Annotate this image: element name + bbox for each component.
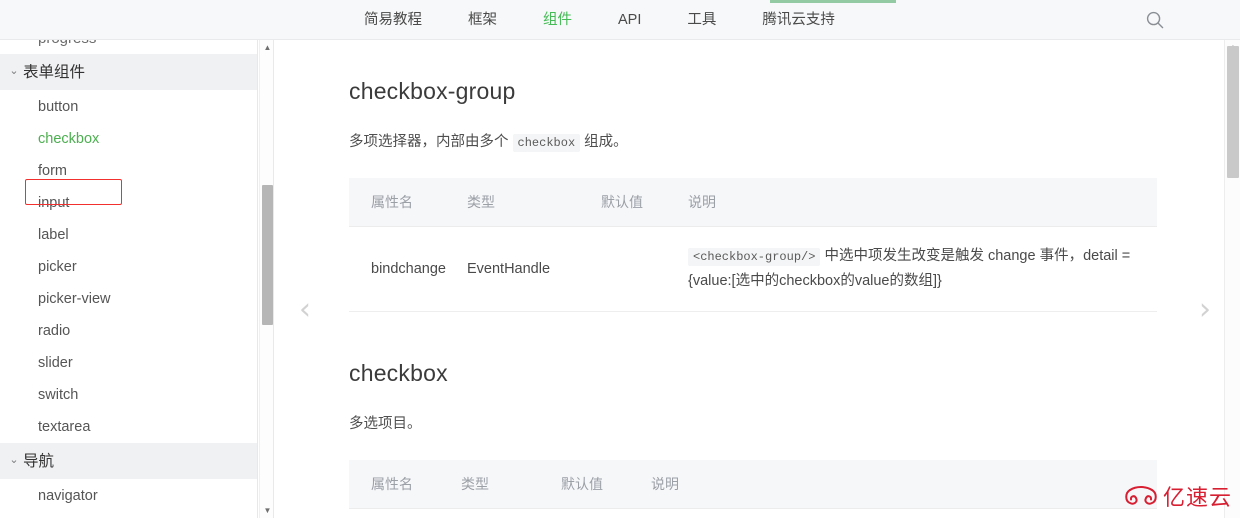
- nav-item-5[interactable]: 腾讯云支持: [739, 1, 858, 39]
- sidebar-item-label: slider: [38, 355, 73, 371]
- sidebar-item-navigator[interactable]: navigator: [0, 480, 257, 512]
- cell-default: [601, 226, 646, 313]
- page-load-progress-track: [0, 0, 1240, 4]
- page-load-progress-fill: [770, 0, 896, 3]
- nav-item-4[interactable]: 工具: [664, 1, 739, 39]
- sidebar-item-label: form: [38, 163, 67, 179]
- page-root: 简易教程 框架 组件 API 工具 腾讯云支持 progress ⌄ 表单组件 button c…: [0, 0, 1240, 518]
- sidebar: progress ⌄ 表单组件 button checkbox form input lab…: [0, 40, 258, 518]
- cell-type: String: [461, 508, 561, 518]
- table-row: bindchange EventHandle <checkbox-group/> 中…: [349, 226, 1157, 313]
- main-scrollbar-thumb[interactable]: [1227, 46, 1239, 178]
- api-table-1: 属性名类型默认值说明valueString<checkbox/> 标识，选中时触…: [349, 460, 1157, 518]
- table-header-row: 属性名 类型 默认值 说明: [349, 178, 1157, 228]
- nav-item-3[interactable]: API: [595, 1, 664, 39]
- sidebar-group-label: 表单组件: [23, 63, 86, 81]
- cell-attr-name: value: [349, 508, 461, 518]
- section-description-0: 多项选择器，内部由多个 checkbox 组成。: [349, 134, 628, 152]
- sidebar-item-label: checkbox: [38, 131, 100, 147]
- chevron-down-icon: ⌄: [9, 453, 19, 466]
- table-header-row: 属性名 类型 默认值 说明: [349, 460, 1157, 510]
- sidebar-item-label: input: [38, 195, 70, 211]
- sidebar-group-label: 导航: [23, 452, 55, 470]
- nav-item-label: 腾讯云支持: [762, 11, 835, 28]
- sidebar-group-0[interactable]: ⌄ 表单组件: [0, 54, 257, 91]
- nav-item-label: 组件: [543, 11, 572, 28]
- table-col-header-3: 说明: [609, 460, 1157, 510]
- cell-type: EventHandle: [467, 226, 601, 313]
- sidebar-item-label: switch: [38, 387, 79, 403]
- sidebar-item-label: label: [38, 227, 69, 243]
- sidebar-item-label: navigator: [38, 488, 98, 504]
- cell-default: [561, 508, 609, 518]
- main-nav: 简易教程 框架 组件 API 工具 腾讯云支持: [341, 1, 858, 39]
- sidebar-scroll-down-icon[interactable]: ▼: [260, 503, 275, 518]
- sidebar-scrollbar-thumb[interactable]: [262, 185, 273, 325]
- documentation-body: checkbox-group 多项选择器，内部由多个 checkbox 组成。属性…: [275, 40, 1223, 518]
- table-row: valueString <checkbox/> 标识，选中时触发 <checkbo…: [349, 508, 1157, 518]
- sidebar-item-switch[interactable]: switch: [0, 379, 257, 411]
- nav-item-label: 框架: [468, 11, 497, 28]
- sidebar-scrollbar[interactable]: ▲ ▼: [259, 40, 274, 518]
- sidebar-item-radio[interactable]: radio: [0, 315, 257, 347]
- sidebar-item-input[interactable]: input: [0, 187, 257, 219]
- search-icon[interactable]: [1146, 11, 1164, 29]
- sidebar-item-form[interactable]: form: [0, 155, 257, 187]
- next-page-chevron-icon[interactable]: ›: [1192, 290, 1218, 330]
- section-heading-0: checkbox-group: [349, 78, 516, 104]
- main-scrollbar[interactable]: ▲: [1224, 40, 1240, 518]
- sidebar-partial-item[interactable]: progress: [0, 40, 257, 54]
- top-header: 简易教程 框架 组件 API 工具 腾讯云支持: [0, 0, 1240, 40]
- table-col-header-3: 说明: [646, 178, 1157, 228]
- sidebar-item-picker[interactable]: picker: [0, 251, 257, 283]
- sidebar-partial-item-label: progress: [38, 40, 96, 47]
- sidebar-list: ⌄ 表单组件 button checkbox form input label picker p…: [0, 54, 257, 512]
- sidebar-item-label: picker: [38, 259, 77, 275]
- nav-item-label: 工具: [687, 11, 717, 28]
- inline-code: <checkbox-group/>: [688, 248, 821, 267]
- sidebar-scroll-up-icon[interactable]: ▲: [260, 40, 275, 55]
- sidebar-item-checkbox[interactable]: checkbox: [0, 123, 257, 155]
- sidebar-item-label: textarea: [38, 419, 91, 435]
- prev-page-chevron-icon[interactable]: ‹: [292, 290, 318, 330]
- table-col-header-2: 默认值: [601, 178, 646, 228]
- chevron-down-icon: ⌄: [9, 64, 19, 77]
- cell-description: <checkbox-group/> 中选中项发生改变是触发 change 事件，…: [646, 226, 1157, 313]
- sidebar-item-button[interactable]: button: [0, 91, 257, 123]
- table-col-header-2: 默认值: [561, 460, 609, 510]
- nav-item-0[interactable]: 简易教程: [341, 1, 445, 39]
- sidebar-item-picker-view[interactable]: picker-view: [0, 283, 257, 315]
- sidebar-group-1[interactable]: ⌄ 导航: [0, 443, 257, 480]
- cell-attr-name: bindchange: [349, 226, 467, 313]
- section-heading-1: checkbox: [349, 360, 448, 387]
- nav-item-1[interactable]: 框架: [445, 1, 520, 39]
- table-col-header-1: 类型: [461, 460, 561, 510]
- api-table-0: 属性名 类型 默认值 说明 bindchange EventHandle <checkbox…: [349, 178, 1157, 313]
- table-col-header-0: 属性名: [349, 178, 467, 228]
- sidebar-item-textarea[interactable]: textarea: [0, 411, 257, 443]
- nav-item-label: API: [618, 11, 642, 28]
- table-col-header-1: 类型: [467, 178, 601, 228]
- section-description-1: 多选项目。: [349, 416, 422, 433]
- sidebar-item-label: button: [38, 99, 79, 115]
- nav-item-2[interactable]: 组件: [520, 1, 595, 39]
- sidebar-item-label: picker-view: [38, 291, 111, 307]
- sidebar-item-slider[interactable]: slider: [0, 347, 257, 379]
- table-col-header-0: 属性名: [349, 460, 461, 510]
- inline-code: checkbox: [512, 134, 581, 152]
- main-content: checkbox-group 多项选择器，内部由多个 checkbox 组成。属性…: [275, 40, 1223, 518]
- nav-item-label: 简易教程: [364, 11, 422, 28]
- sidebar-item-label: radio: [38, 323, 71, 339]
- cell-description: <checkbox/> 标识，选中时触发 <checkbox-group/> 的…: [609, 508, 1157, 518]
- sidebar-item-label[interactable]: label: [0, 219, 257, 251]
